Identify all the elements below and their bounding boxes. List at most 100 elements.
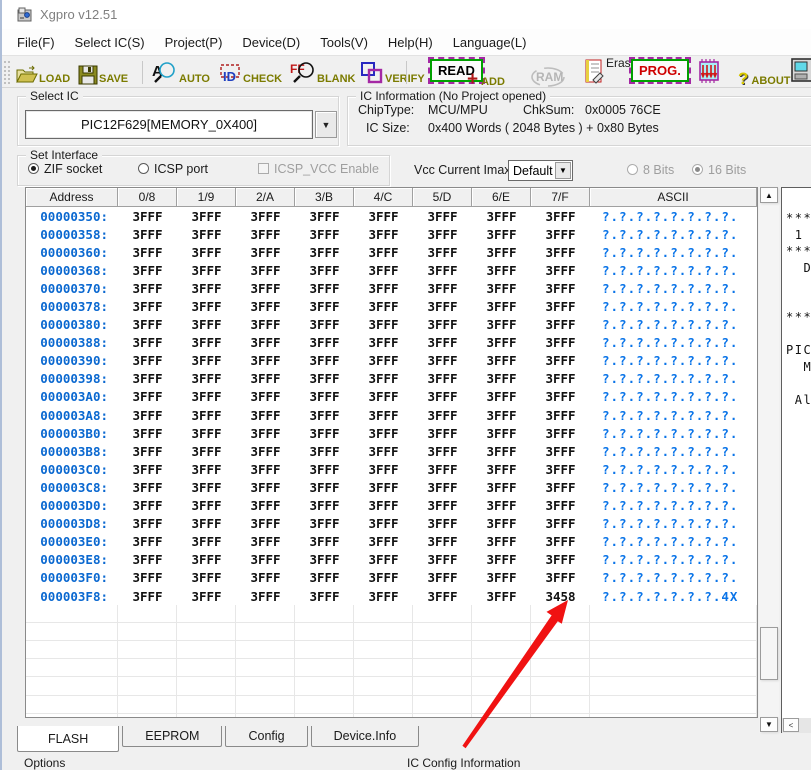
hex-cell[interactable]: 3FFF (236, 209, 295, 224)
ascii-cell[interactable]: ?.?.?.?.?.?.?.?. (590, 353, 757, 368)
hex-cell[interactable]: 3FFF (472, 227, 531, 242)
hex-cell[interactable]: 3FFF (118, 516, 177, 531)
menu-item[interactable]: Device(D) (235, 32, 307, 53)
hex-cell[interactable]: 3FFF (118, 281, 177, 296)
hex-cell[interactable]: 3FFF (295, 335, 354, 350)
hex-cell[interactable]: 3FFF (295, 263, 354, 278)
vcc-imax-select[interactable]: Default ▼ (508, 160, 573, 181)
hex-cell[interactable]: 3FFF (118, 552, 177, 567)
hex-cell[interactable]: 3FFF (531, 299, 590, 314)
hex-cell[interactable]: 3FFF (295, 281, 354, 296)
hex-cell[interactable]: 3FFF (531, 371, 590, 386)
hex-cell[interactable]: 3FFF (531, 335, 590, 350)
hex-cell[interactable]: 3FFF (354, 589, 413, 604)
add-button[interactable]: + ADD (467, 62, 505, 88)
hex-cell[interactable]: 3FFF (354, 516, 413, 531)
hex-cell[interactable]: 3FFF (354, 335, 413, 350)
title-bar[interactable]: Xgpro v12.51 (2, 0, 811, 29)
ascii-cell[interactable]: ?.?.?.?.?.?.?.?. (590, 371, 757, 386)
save-button[interactable]: SAVE (78, 59, 128, 85)
hex-cell[interactable]: 3FFF (413, 281, 472, 296)
hex-cell[interactable]: 3FFF (295, 227, 354, 242)
hex-cell[interactable]: 3FFF (177, 408, 236, 423)
hex-cell[interactable]: 3FFF (118, 589, 177, 604)
hex-cell[interactable]: 3FFF (413, 516, 472, 531)
hex-cell[interactable]: 3FFF (472, 444, 531, 459)
verify-button[interactable]: VERIFY (360, 59, 425, 85)
hex-cell[interactable]: 3FFF (236, 480, 295, 495)
hex-cell[interactable]: 3FFF (354, 480, 413, 495)
hex-cell[interactable]: 3FFF (295, 462, 354, 477)
hex-cell[interactable]: 3FFF (177, 552, 236, 567)
ascii-cell[interactable]: ?.?.?.?.?.?.?.?. (590, 462, 757, 477)
hex-cell[interactable]: 3FFF (236, 589, 295, 604)
hex-cell[interactable]: 3FFF (413, 589, 472, 604)
column-header[interactable]: 1/9 (177, 188, 236, 207)
hex-cell[interactable]: 3FFF (413, 353, 472, 368)
icsp-port-radio[interactable]: ICSP port (138, 162, 208, 176)
column-header[interactable]: 4/C (354, 188, 413, 207)
column-header[interactable]: 7/F (531, 188, 590, 207)
menu-item[interactable]: Help(H) (381, 32, 440, 53)
hex-cell[interactable]: 3FFF (236, 227, 295, 242)
hex-cell[interactable]: 3FFF (472, 516, 531, 531)
hex-cell[interactable]: 3FFF (413, 552, 472, 567)
zif-socket-radio[interactable]: ZIF socket (28, 162, 102, 176)
hex-cell[interactable]: 3FFF (354, 371, 413, 386)
ascii-cell[interactable]: ?.?.?.?.?.?.?.?. (590, 426, 757, 441)
hex-cell[interactable]: 3FFF (295, 570, 354, 585)
hex-cell[interactable]: 3FFF (295, 589, 354, 604)
hex-cell[interactable]: 3FFF (413, 227, 472, 242)
erase-button[interactable]: Erase (585, 58, 637, 84)
hex-cell[interactable]: 3FFF (295, 534, 354, 549)
hex-cell[interactable]: 3FFF (118, 353, 177, 368)
ascii-cell[interactable]: ?.?.?.?.?.?.?.?. (590, 534, 757, 549)
column-header[interactable]: 2/A (236, 188, 295, 207)
about-button[interactable]: ? ABOUT (738, 61, 791, 87)
hex-cell[interactable]: 3FFF (236, 552, 295, 567)
hex-cell[interactable]: 3FFF (295, 516, 354, 531)
hex-cell[interactable]: 3FFF (354, 426, 413, 441)
hex-cell[interactable]: 3FFF (472, 335, 531, 350)
hex-cell[interactable]: 3FFF (236, 245, 295, 260)
hex-cell[interactable]: 3FFF (236, 516, 295, 531)
hex-cell[interactable]: 3FFF (295, 389, 354, 404)
hex-cell[interactable]: 3FFF (118, 426, 177, 441)
hex-cell[interactable]: 3FFF (118, 389, 177, 404)
hex-cell[interactable]: 3FFF (531, 498, 590, 513)
hex-cell[interactable]: 3FFF (295, 426, 354, 441)
hex-cell[interactable]: 3FFF (118, 444, 177, 459)
hex-cell[interactable]: 3FFF (118, 570, 177, 585)
hex-cell[interactable]: 3FFF (472, 245, 531, 260)
hex-cell[interactable]: 3FFF (354, 389, 413, 404)
hex-cell[interactable]: 3FFF (413, 498, 472, 513)
hex-cell[interactable]: 3FFF (472, 534, 531, 549)
hex-cell[interactable]: 3FFF (472, 589, 531, 604)
hex-cell[interactable]: 3FFF (531, 570, 590, 585)
hex-cell[interactable]: 3FFF (472, 462, 531, 477)
hex-cell[interactable]: 3FFF (531, 480, 590, 495)
hex-cell[interactable]: 3FFF (413, 209, 472, 224)
menu-item[interactable]: Tools(V) (313, 32, 375, 53)
hex-cell[interactable]: 3FFF (295, 498, 354, 513)
ascii-cell[interactable]: ?.?.?.?.?.?.?.?. (590, 408, 757, 423)
hex-cell[interactable]: 3FFF (354, 299, 413, 314)
hex-cell[interactable]: 3FFF (413, 426, 472, 441)
bits8-radio[interactable]: 8 Bits (627, 163, 674, 177)
ic-combobox-dropdown-button[interactable]: ▼ (315, 111, 337, 138)
hex-cell[interactable]: 3FFF (177, 227, 236, 242)
ascii-cell[interactable]: ?.?.?.?.?.?.?.4X (590, 589, 757, 604)
hex-cell[interactable]: 3FFF (472, 281, 531, 296)
grid-vertical-scrollbar[interactable]: ▲ ▼ (759, 187, 779, 733)
hex-cell[interactable]: 3FFF (472, 552, 531, 567)
ascii-cell[interactable]: ?.?.?.?.?.?.?.?. (590, 389, 757, 404)
hex-cell[interactable]: 3FFF (236, 444, 295, 459)
column-header[interactable]: Address (26, 188, 118, 207)
blank-button[interactable]: FF BLANK (290, 59, 356, 85)
column-header[interactable]: ASCII (590, 188, 757, 207)
hex-cell[interactable]: 3FFF (531, 281, 590, 296)
hex-cell[interactable]: 3FFF (177, 299, 236, 314)
column-header[interactable]: 3/B (295, 188, 354, 207)
ascii-cell[interactable]: ?.?.?.?.?.?.?.?. (590, 299, 757, 314)
hex-cell[interactable]: 3FFF (177, 263, 236, 278)
